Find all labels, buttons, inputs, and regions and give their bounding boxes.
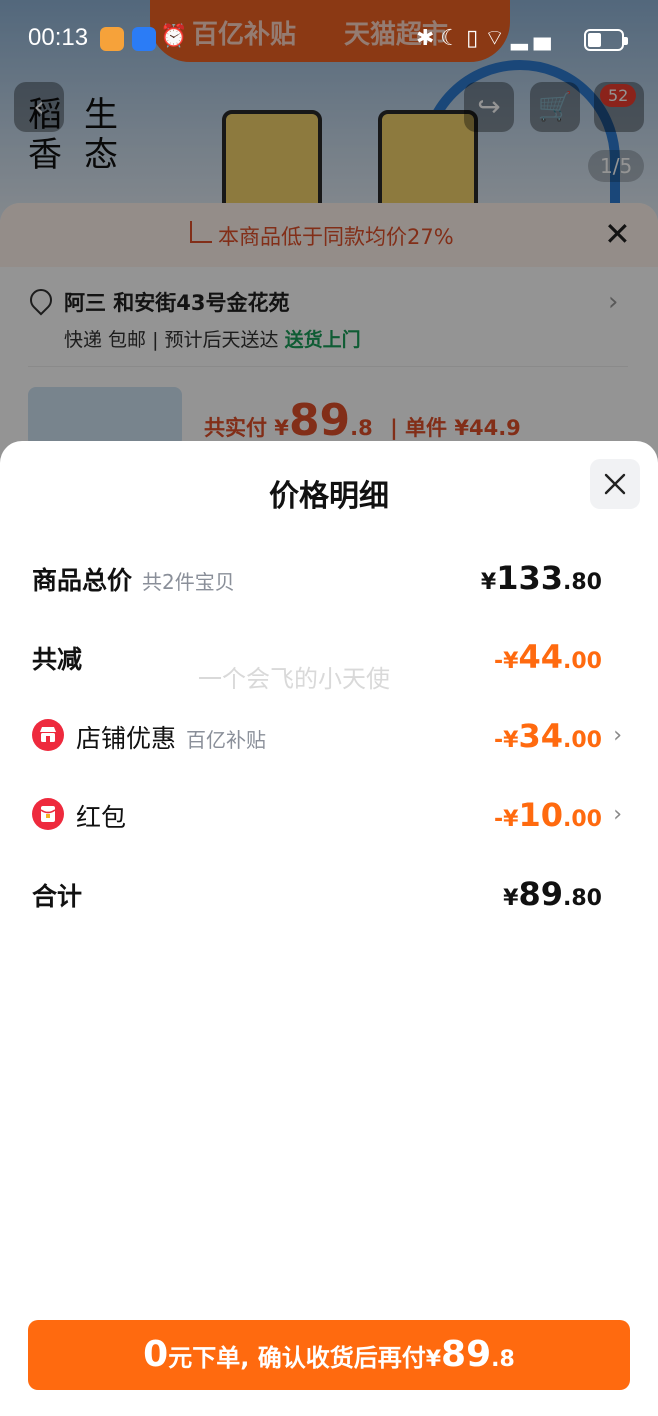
row-label: 共减 bbox=[32, 640, 82, 676]
status-bar: 00:13 ⏰ ✱☾▯⌔▂▄ bbox=[0, 0, 658, 80]
amount-dec: .80 bbox=[563, 570, 602, 595]
cta-text: 元下单, 确认收货后再付 bbox=[168, 1344, 426, 1372]
battery-icon bbox=[584, 29, 628, 51]
status-icons: ✱☾▯⌔▂▄ bbox=[416, 26, 557, 51]
row-red-packet[interactable]: 红包 -¥10.00 › bbox=[32, 796, 622, 836]
app-notification-icon bbox=[132, 27, 156, 51]
amount-currency: -¥ bbox=[494, 728, 519, 753]
red-envelope-icon bbox=[40, 806, 56, 822]
row-label: 合计 bbox=[32, 877, 82, 913]
row-label-text: 合计 bbox=[32, 882, 83, 911]
shop-icon bbox=[32, 719, 64, 751]
app-notification-icon bbox=[100, 27, 124, 51]
amount-dec: .00 bbox=[563, 728, 602, 753]
row-label: 商品总价 共2件宝贝 bbox=[32, 561, 235, 597]
place-order-button[interactable]: 0元下单, 确认收货后再付¥89.8 bbox=[28, 1320, 630, 1390]
cta-int: 89 bbox=[441, 1334, 492, 1375]
sheet-title: 价格明细 bbox=[269, 479, 389, 514]
row-label-text: 红包 bbox=[76, 803, 127, 832]
cta-dec: .8 bbox=[491, 1347, 515, 1372]
row-amount: -¥44.00 bbox=[494, 638, 602, 676]
chevron-right-icon: › bbox=[613, 723, 622, 748]
amount-int: 133 bbox=[496, 559, 564, 597]
row-sub-text: 共2件宝贝 bbox=[142, 570, 235, 594]
row-sub-text: 百亿补贴 bbox=[186, 728, 267, 752]
row-label-text: 店铺优惠 bbox=[76, 724, 177, 753]
amount-int: 44 bbox=[518, 638, 564, 676]
row-label: 店铺优惠 百亿补贴 bbox=[76, 719, 266, 755]
battery-tip bbox=[624, 37, 628, 45]
row-label-text: 共减 bbox=[32, 645, 83, 674]
row-shop-discount[interactable]: 店铺优惠 百亿补贴 -¥34.00 › bbox=[32, 717, 622, 757]
chevron-right-icon: › bbox=[613, 802, 622, 827]
amount-dec: .00 bbox=[563, 807, 602, 832]
amount-dec: .80 bbox=[563, 886, 602, 911]
status-time: 00:13 bbox=[28, 24, 89, 51]
price-detail-sheet: 价格明细 一个会飞的小天使 商品总价 共2件宝贝 ¥133.80 共减 -¥44.… bbox=[0, 441, 658, 1416]
close-icon bbox=[604, 473, 626, 495]
cta-currency: ¥ bbox=[425, 1347, 442, 1372]
amount-currency: -¥ bbox=[494, 649, 519, 674]
amount-currency: ¥ bbox=[480, 570, 497, 595]
amount-dec: .00 bbox=[563, 649, 602, 674]
row-grand-total: 合计 ¥89.80 bbox=[32, 875, 622, 915]
amount-int: 10 bbox=[518, 796, 564, 834]
row-total-discount: 共减 -¥44.00 bbox=[32, 638, 622, 678]
amount-int: 34 bbox=[518, 717, 564, 755]
row-amount: -¥10.00 bbox=[494, 796, 602, 834]
amount-currency: ¥ bbox=[503, 886, 519, 911]
close-button[interactable] bbox=[590, 459, 640, 509]
row-amount: ¥89.80 bbox=[503, 875, 602, 913]
amount-currency: -¥ bbox=[494, 807, 519, 832]
row-goods-total: 商品总价 共2件宝贝 ¥133.80 bbox=[32, 559, 622, 599]
cta-zero: 0 bbox=[143, 1334, 169, 1375]
store-icon bbox=[40, 727, 56, 742]
red-packet-icon bbox=[32, 798, 64, 830]
battery-level bbox=[588, 33, 601, 47]
amount-int: 89 bbox=[518, 875, 564, 913]
row-label-text: 商品总价 bbox=[32, 566, 133, 595]
row-amount: ¥133.80 bbox=[481, 559, 602, 597]
row-label: 红包 bbox=[76, 798, 126, 834]
row-amount: -¥34.00 bbox=[494, 717, 602, 755]
alarm-icon: ⏰ bbox=[160, 24, 188, 49]
